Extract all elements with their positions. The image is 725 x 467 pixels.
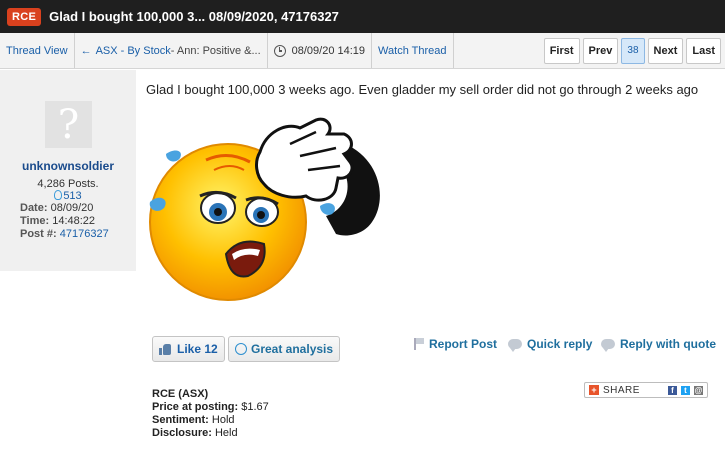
post-date-value: 08/09/20 (50, 202, 94, 214)
post-time-value: 14:48:22 (52, 215, 96, 227)
quick-reply-link[interactable]: Quick reply (508, 337, 593, 352)
ticker-badge[interactable]: RCE (7, 7, 42, 26)
thread-title: Glad I bought 100,000 3... 08/09/2020, 4… (49, 9, 339, 24)
thread-title-bar: RCE Glad I bought 100,000 3... 08/09/202… (0, 0, 725, 33)
like-label: Like 12 (177, 342, 218, 356)
twitter-icon[interactable]: t (681, 385, 690, 395)
author-username[interactable]: unknownsoldier (0, 159, 136, 173)
share-plus-icon: + (589, 385, 599, 395)
facebook-icon[interactable]: f (668, 385, 677, 395)
prev-page-button[interactable]: Prev (582, 37, 619, 64)
reply-with-quote-link[interactable]: Reply with quote (601, 337, 716, 352)
post-date-row: Date: 08/09/20 (20, 202, 93, 214)
thumbs-up-icon (159, 343, 171, 355)
post-number-row: Post #: 47176327 (20, 228, 109, 240)
author-post-count: 4,286 Posts. (37, 178, 99, 190)
author-likes: 513 (0, 190, 136, 202)
author-likes-count: 513 (63, 190, 82, 202)
back-arrow-icon: ← (80, 44, 92, 57)
sweating-emoji-image (149, 117, 380, 301)
post-datetime-text: 08/09/20 14:19 (291, 44, 366, 57)
reply-with-quote-label: Reply with quote (620, 337, 716, 351)
pagination: First Prev 38 Next Last (543, 37, 725, 64)
email-icon[interactable]: @ (694, 385, 703, 395)
post-datetime: 08/09/20 14:19 (268, 33, 373, 68)
post-number-label: Post #: (20, 228, 57, 240)
current-page-indicator[interactable]: 38 (621, 37, 645, 64)
breadcrumb-thread-title[interactable]: - Ann: Positive &... (171, 45, 261, 57)
disclosure-row: Disclosure: Held (152, 427, 269, 440)
lightbulb-icon (54, 190, 63, 200)
like-button[interactable]: Like 12 (152, 336, 225, 362)
author-sidebar: ? unknownsoldier 4,286 Posts. 513 Date: … (0, 70, 136, 271)
speech-bubble-icon (601, 339, 615, 352)
thread-view-link[interactable]: Thread View (0, 33, 75, 68)
price-label: Price at posting: (152, 401, 239, 413)
sentiment-value: Hold (211, 414, 235, 426)
watch-thread-link[interactable]: Watch Thread (372, 33, 454, 68)
report-post-link[interactable]: Report Post (414, 337, 497, 351)
post-number-link[interactable]: 47176327 (60, 228, 109, 240)
last-page-button[interactable]: Last (686, 37, 721, 64)
report-post-label: Report Post (429, 337, 498, 351)
great-analysis-label: Great analysis (251, 342, 334, 356)
avatar[interactable]: ? (45, 101, 92, 148)
post-disclosure-info: RCE (ASX) Price at posting: $1.67 Sentim… (152, 388, 269, 440)
breadcrumb-forum-link[interactable]: ASX - By Stock (96, 45, 171, 57)
lightbulb-icon (235, 343, 247, 355)
avatar-placeholder-icon: ? (57, 101, 80, 148)
thread-toolbar: Thread View ← ASX - By Stock - Ann: Posi… (0, 33, 725, 69)
stock-code[interactable]: RCE (ASX) (152, 388, 269, 401)
disclosure-value: Held (214, 427, 238, 439)
flag-icon (414, 338, 424, 350)
great-analysis-button[interactable]: Great analysis (228, 336, 341, 362)
breadcrumb: ← ASX - By Stock - Ann: Positive &... (75, 33, 268, 68)
speech-bubble-icon (508, 339, 522, 352)
first-page-button[interactable]: First (543, 37, 580, 64)
share-label: SHARE (603, 384, 640, 396)
share-widget[interactable]: + SHARE f t @ (584, 382, 708, 398)
post-time-row: Time: 14:48:22 (20, 215, 95, 227)
quick-reply-label: Quick reply (527, 337, 593, 351)
clock-icon (273, 44, 286, 57)
post-time-label: Time: (20, 215, 50, 227)
price-row: Price at posting: $1.67 (152, 401, 269, 414)
post-body-text: Glad I bought 100,000 3 weeks ago. Even … (146, 82, 699, 97)
next-page-button[interactable]: Next (647, 37, 684, 64)
post-date-label: Date: (20, 202, 48, 214)
price-value: $1.67 (241, 401, 269, 413)
disclosure-label: Disclosure: (152, 427, 212, 439)
sentiment-row: Sentiment: Hold (152, 414, 269, 427)
sentiment-label: Sentiment: (152, 414, 209, 426)
